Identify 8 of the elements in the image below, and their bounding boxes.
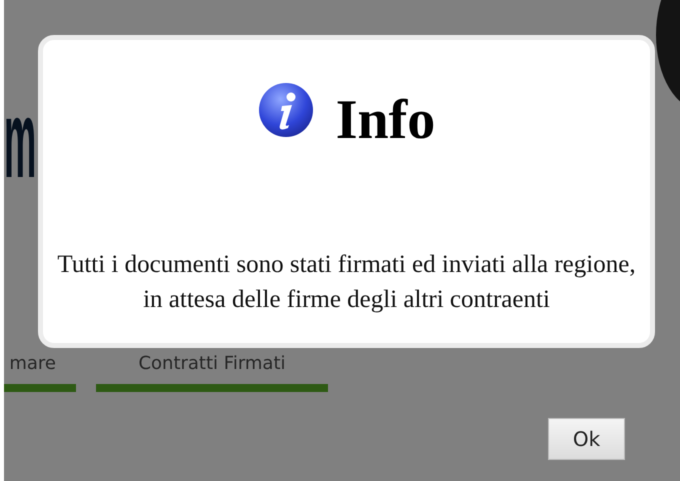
tab[interactable]: mare (9, 352, 56, 376)
ok-button[interactable]: Ok (548, 418, 625, 460)
heading-text: m (4, 100, 36, 180)
info-icon (258, 82, 314, 138)
dialog-message: Tutti i documenti sono stati firmati ed inviati alla regione, in attesa delle firme degli altri contraenti (56, 250, 637, 315)
dialog-title: Info (336, 88, 436, 152)
tab[interactable]: Contratti Firmati (138, 352, 286, 376)
tab-underline (4, 384, 76, 392)
